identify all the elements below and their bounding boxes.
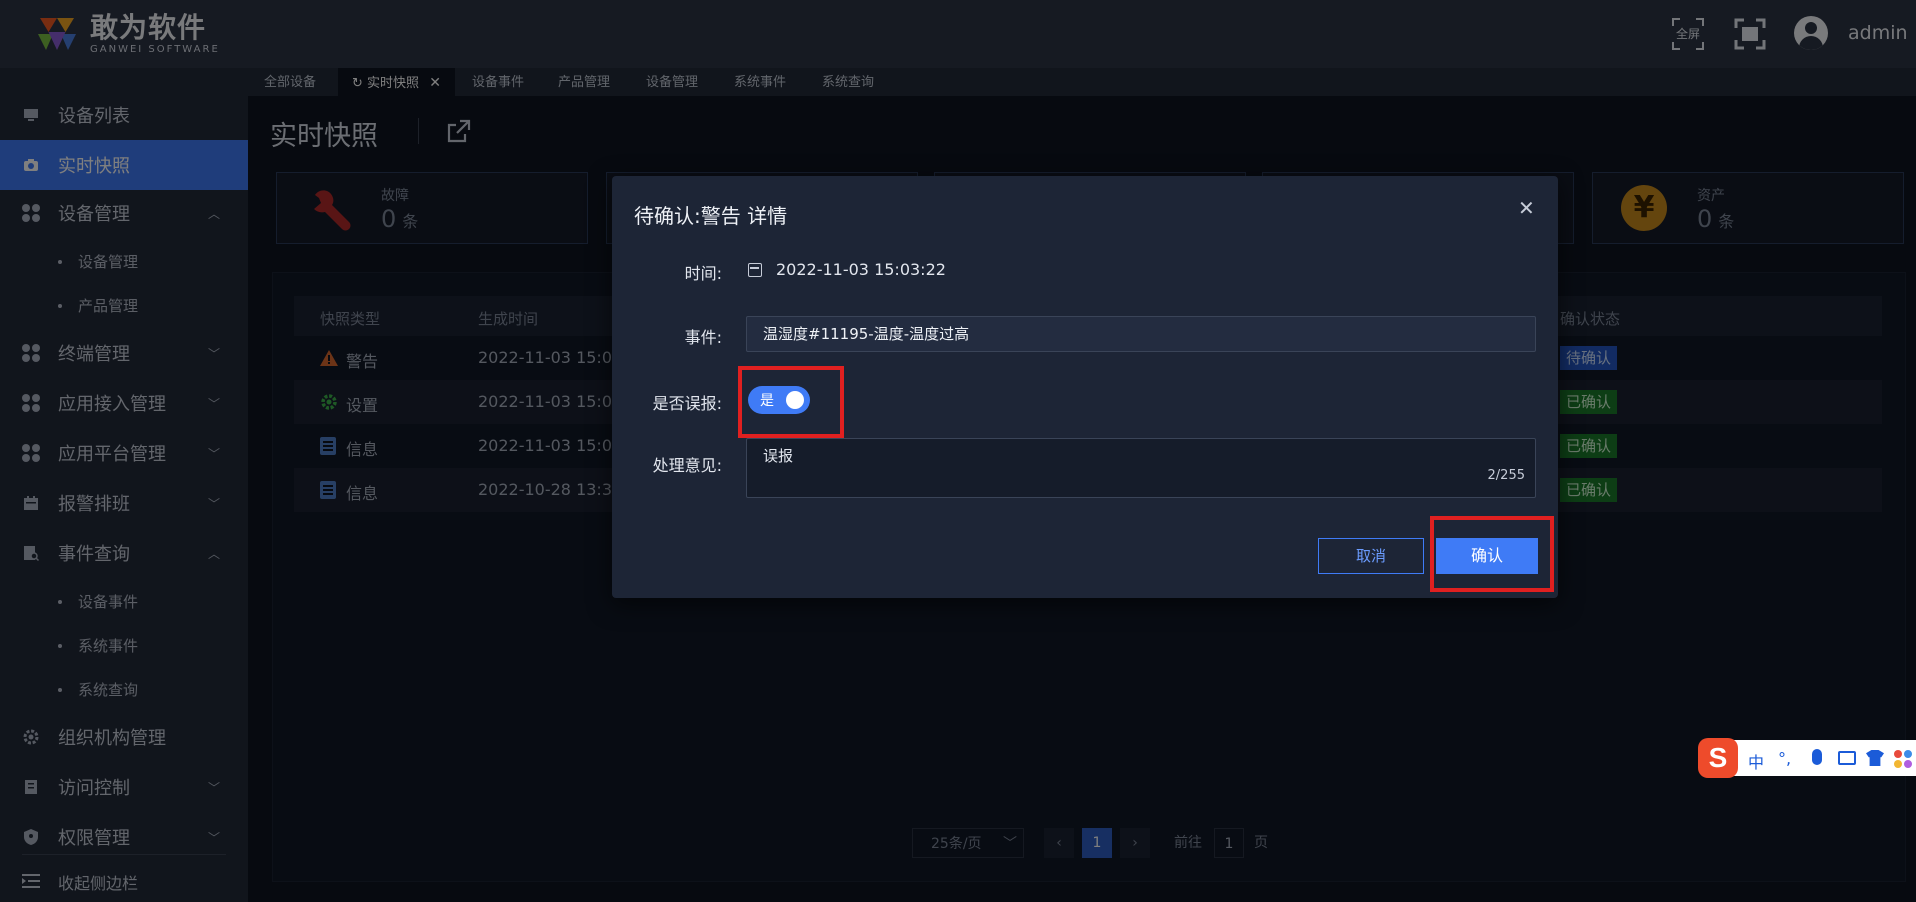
time-value: 2022-11-03 15:03:22 [776, 260, 946, 279]
false-alarm-label: 是否误报: [652, 394, 722, 413]
highlight-box-toggle [738, 366, 844, 438]
toolbox-icon[interactable] [1894, 750, 1912, 768]
skin-icon[interactable] [1866, 750, 1884, 766]
keyboard-icon[interactable] [1838, 751, 1856, 765]
ime-toolbar: S 中 °, [1698, 738, 1916, 778]
close-icon[interactable]: ✕ [1518, 196, 1535, 220]
ime-language[interactable]: 中 [1748, 749, 1764, 773]
microphone-icon[interactable] [1812, 749, 1822, 765]
char-counter: 2/255 [1487, 468, 1525, 483]
event-field[interactable]: 温湿度#11195-温度-温度过高 [746, 316, 1536, 352]
opinion-text: 误报 [763, 447, 794, 465]
calendar-icon [748, 263, 762, 277]
sogou-logo[interactable]: S [1698, 738, 1738, 778]
opinion-label: 处理意见: [652, 456, 722, 475]
cancel-button[interactable]: 取消 [1318, 538, 1424, 574]
event-label: 事件: [684, 328, 722, 347]
dialog-title: 待确认:警告 详情 [634, 204, 788, 228]
ime-punctuation[interactable]: °, [1778, 749, 1791, 768]
opinion-textarea[interactable]: 误报 2/255 [746, 438, 1536, 498]
highlight-box-confirm [1430, 516, 1554, 592]
time-label: 时间: [684, 264, 722, 283]
